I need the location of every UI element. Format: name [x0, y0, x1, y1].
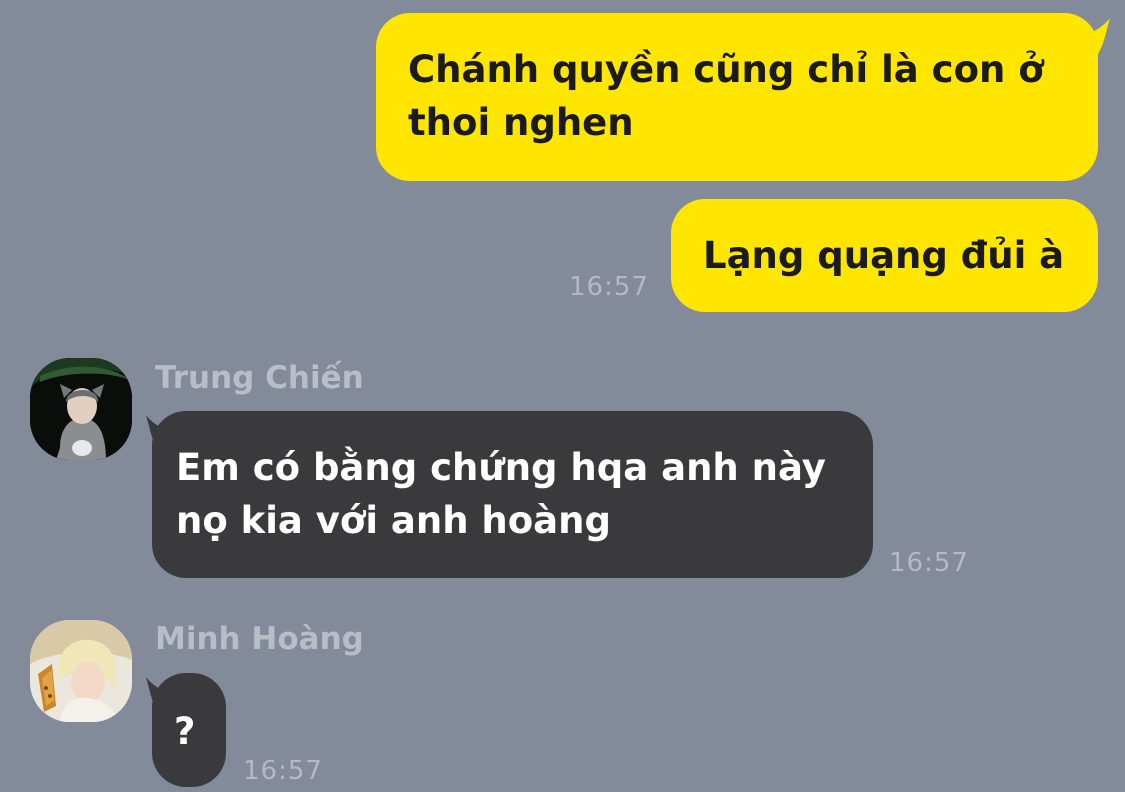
- outgoing-message-bubble[interactable]: Chánh quyền cũng chỉ là con ở thoi nghen: [376, 13, 1098, 181]
- chat-area: Chánh quyền cũng chỉ là con ở thoi nghen…: [0, 0, 1125, 792]
- avatar-trung-chien-photo: [30, 358, 132, 460]
- avatar[interactable]: [30, 620, 132, 722]
- avatar[interactable]: [30, 358, 132, 460]
- outgoing-message-bubble[interactable]: Lạng quạng đủi à: [671, 199, 1098, 312]
- sender-name: Trung Chiến: [155, 360, 364, 396]
- message-text: Lạng quạng đủi à: [703, 234, 1065, 277]
- bubble-tail: [1078, 18, 1110, 54]
- incoming-message-bubble[interactable]: ?: [152, 673, 226, 787]
- message-timestamp: 16:57: [243, 756, 323, 786]
- message-timestamp: 16:57: [569, 272, 649, 302]
- sender-name: Minh Hoàng: [155, 621, 364, 657]
- message-text: ?: [174, 710, 196, 753]
- avatar-minh-hoang-photo: [30, 620, 132, 722]
- message-timestamp: 16:57: [889, 548, 969, 578]
- incoming-message-bubble[interactable]: Em có bằng chứng hqa anh này nọ kia với …: [152, 411, 873, 578]
- message-text-line: Chánh quyền cũng chỉ là con ở: [408, 48, 1044, 91]
- message-text-line: thoi nghen: [408, 101, 634, 144]
- message-text-line: nọ kia với anh hoàng: [176, 499, 611, 542]
- message-text-line: Em có bằng chứng hqa anh này: [176, 446, 826, 489]
